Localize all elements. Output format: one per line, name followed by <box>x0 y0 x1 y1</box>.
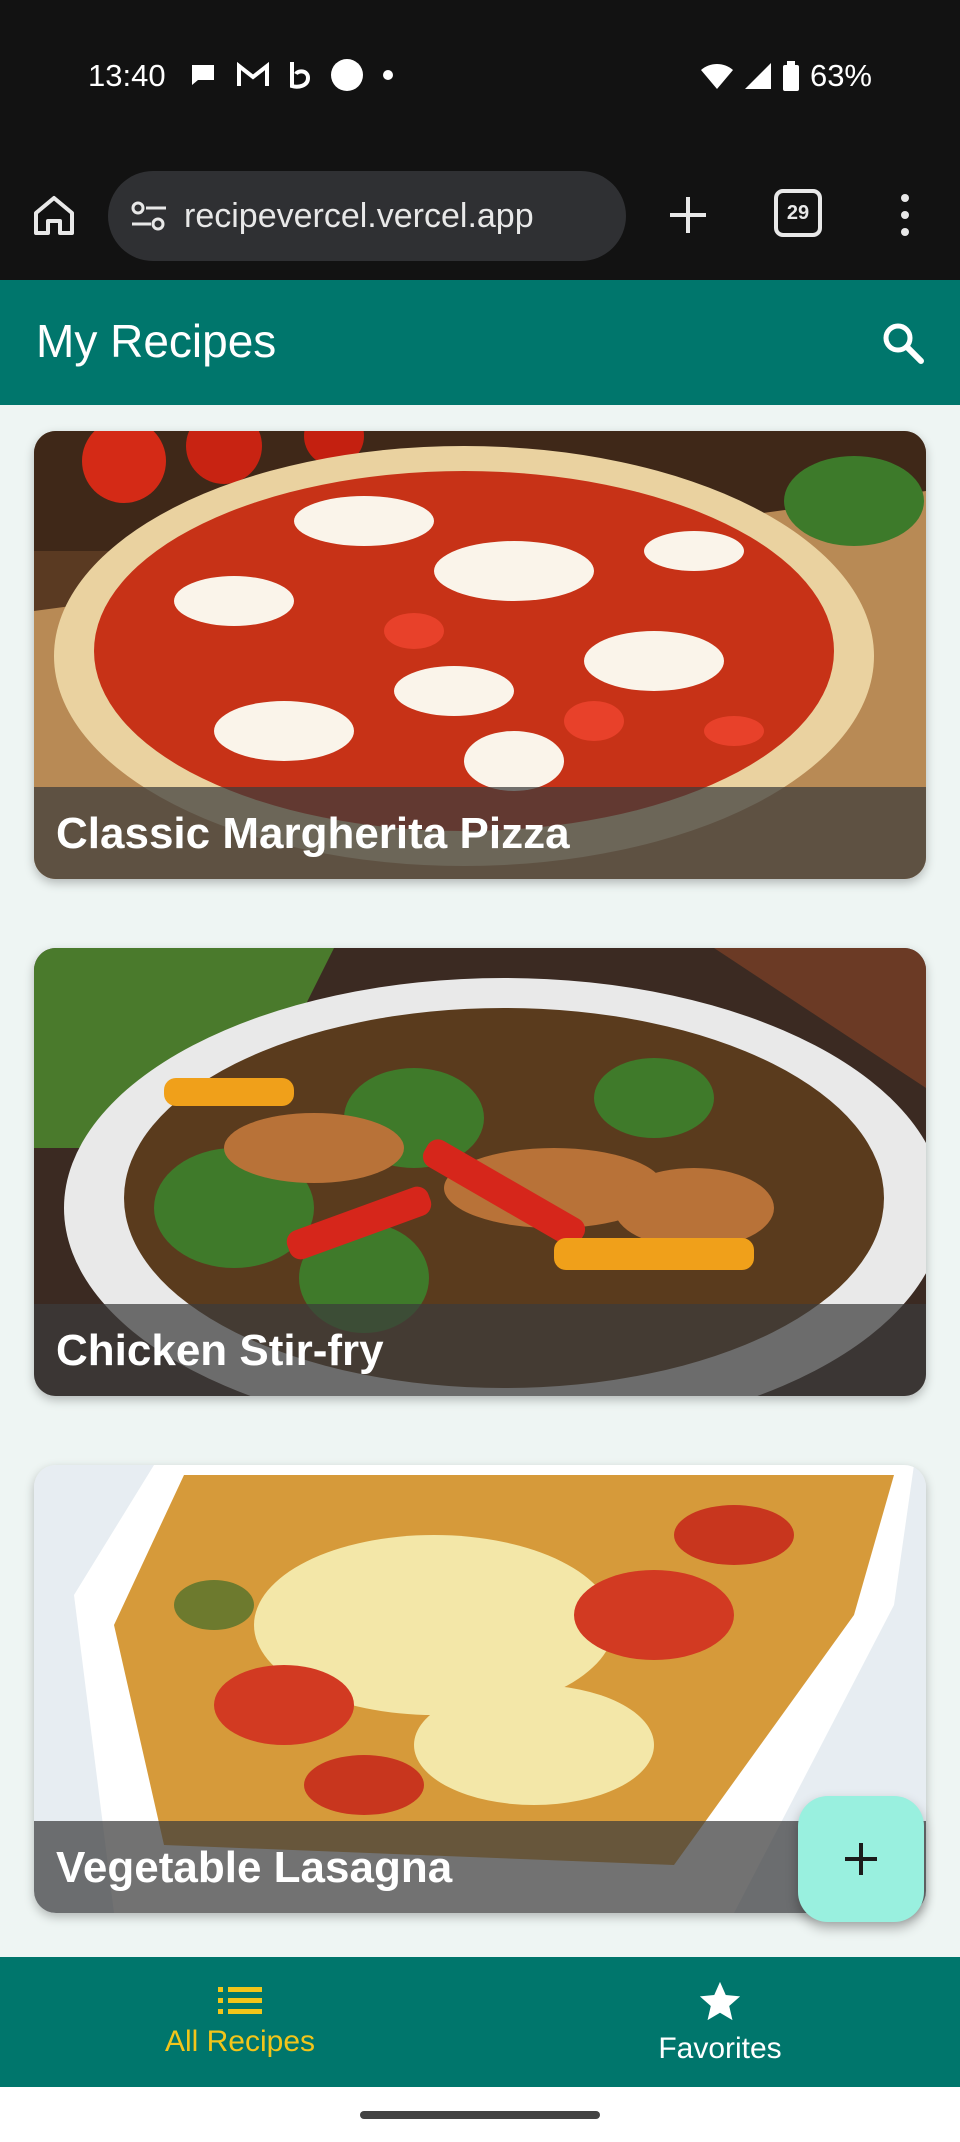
browser-toolbar: recipevercel.vercel.app 29 <box>0 155 960 280</box>
signal-icon <box>744 63 771 89</box>
plus-icon <box>845 1843 877 1875</box>
search-icon <box>883 323 924 364</box>
more-dot-icon <box>901 228 909 236</box>
system-status: 63% <box>700 58 872 94</box>
gesture-handle[interactable] <box>360 2111 600 2119</box>
gmail-icon <box>237 61 269 86</box>
list-icon <box>218 1987 262 2014</box>
more-dot-icon <box>901 211 909 219</box>
recipe-card[interactable]: Vegetable Lasagna <box>34 1465 926 1913</box>
star-icon <box>699 1981 741 2021</box>
recipe-card[interactable]: Classic Margherita Pizza <box>34 431 926 879</box>
b-icon <box>290 62 311 89</box>
nav-item-favorites[interactable]: Favorites <box>480 1957 960 2087</box>
new-tab-button[interactable] <box>660 187 716 243</box>
page-title: My Recipes <box>36 315 277 367</box>
nav-item-all-recipes[interactable]: All Recipes <box>0 1957 480 2087</box>
recipe-list: Classic Margherita Pizza Chicken Stir-fr… <box>0 405 960 1957</box>
browser-menu-button[interactable] <box>880 185 930 245</box>
battery-percent: 63% <box>809 58 872 93</box>
gesture-bar <box>0 2087 960 2142</box>
nav-label: All Recipes <box>164 2025 316 2058</box>
status-bar: 13:40 63% <box>0 0 960 155</box>
bottom-navigation: All Recipes Favorites <box>0 1957 960 2087</box>
battery-icon <box>782 61 799 91</box>
more-dot-icon <box>901 194 909 202</box>
status-time: 13:40 <box>88 58 166 93</box>
search-button[interactable] <box>876 316 930 370</box>
recipe-card[interactable]: Chicken Stir-fry <box>34 948 926 1396</box>
app-bar: My Recipes <box>0 280 960 405</box>
dot-icon <box>383 70 393 80</box>
plus-icon <box>670 197 706 233</box>
wifi-icon <box>700 64 733 89</box>
circle-icon <box>331 59 363 91</box>
recipe-title: Classic Margherita Pizza <box>56 809 570 858</box>
recipe-title: Vegetable Lasagna <box>56 1843 453 1892</box>
notification-icons <box>188 58 394 92</box>
address-bar[interactable]: recipevercel.vercel.app <box>108 171 626 261</box>
home-button[interactable] <box>28 189 80 241</box>
home-icon <box>34 196 74 235</box>
nav-label: Favorites <box>658 2032 782 2065</box>
recipe-title: Chicken Stir-fry <box>56 1326 384 1375</box>
site-settings-icon[interactable] <box>128 195 170 237</box>
add-recipe-button[interactable] <box>798 1796 924 1922</box>
url-text: recipevercel.vercel.app <box>184 196 534 235</box>
chat-icon <box>192 65 214 85</box>
tab-switcher-button[interactable]: 29 <box>774 189 822 237</box>
